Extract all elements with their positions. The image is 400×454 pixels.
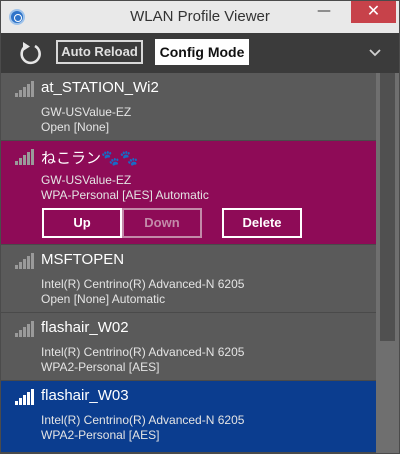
profile-item[interactable]: MSFTOPEN Intel(R) Centrino(R) Advanced-N… xyxy=(1,245,376,313)
profile-name: MSFTOPEN xyxy=(41,251,125,268)
profile-interface: Intel(R) Centrino(R) Advanced-N 6205 xyxy=(41,413,245,427)
signal-bars-icon xyxy=(15,81,35,97)
profile-name: flashair_W03 xyxy=(41,387,129,404)
reload-icon[interactable] xyxy=(16,38,46,68)
minimize-button[interactable]: — xyxy=(311,1,337,23)
profile-security: Open [None] xyxy=(41,120,110,134)
app-window: WLAN Profile Viewer — ✕ Auto Reload Conf… xyxy=(0,0,400,454)
config-mode-button[interactable]: Config Mode xyxy=(155,39,249,65)
profile-interface: GW-USValue-EZ xyxy=(41,105,132,119)
profile-interface: GW-USValue-EZ xyxy=(41,173,132,187)
scrollbar[interactable] xyxy=(376,73,399,453)
signal-bars-icon xyxy=(15,149,35,165)
move-down-button[interactable]: Down xyxy=(122,208,202,238)
profile-item[interactable]: at_STATION_Wi2 GW-USValue-EZ Open [None] xyxy=(1,73,376,141)
profile-security: WPA-Personal [AES] Automatic xyxy=(41,188,209,202)
profile-item[interactable]: flashair_W02 Intel(R) Centrino(R) Advanc… xyxy=(1,313,376,381)
profile-name: at_STATION_Wi2 xyxy=(41,79,159,96)
delete-button[interactable]: Delete xyxy=(222,208,302,238)
profile-security: WPA2-Personal [AES] xyxy=(41,428,160,442)
window-title: WLAN Profile Viewer xyxy=(130,8,270,25)
close-button[interactable]: ✕ xyxy=(351,1,396,23)
signal-bars-icon xyxy=(15,389,35,405)
profile-name: flashair_W02 xyxy=(41,319,129,336)
toolbar: Auto Reload Config Mode xyxy=(1,33,399,73)
signal-bars-icon xyxy=(15,321,35,337)
scroll-thumb[interactable] xyxy=(380,73,395,341)
chevron-down-icon[interactable] xyxy=(365,42,385,62)
profile-interface: Intel(R) Centrino(R) Advanced-N 6205 xyxy=(41,277,245,291)
auto-reload-button[interactable]: Auto Reload xyxy=(56,40,143,64)
move-up-button[interactable]: Up xyxy=(42,208,122,238)
profile-item-selected[interactable]: ねこラン🐾🐾 GW-USValue-EZ WPA-Personal [AES] … xyxy=(1,141,376,245)
signal-bars-icon xyxy=(15,253,35,269)
profile-security: Open [None] Automatic xyxy=(41,292,166,306)
profile-security: WPA2-Personal [AES] xyxy=(41,360,160,374)
profile-name: ねこラン🐾🐾 xyxy=(41,150,139,167)
profile-interface: Intel(R) Centrino(R) Advanced-N 6205 xyxy=(41,345,245,359)
profile-item-connected[interactable]: flashair_W03 Intel(R) Centrino(R) Advanc… xyxy=(1,381,376,453)
title-bar[interactable]: WLAN Profile Viewer — ✕ xyxy=(1,1,399,33)
profile-list: at_STATION_Wi2 GW-USValue-EZ Open [None]… xyxy=(1,73,376,453)
